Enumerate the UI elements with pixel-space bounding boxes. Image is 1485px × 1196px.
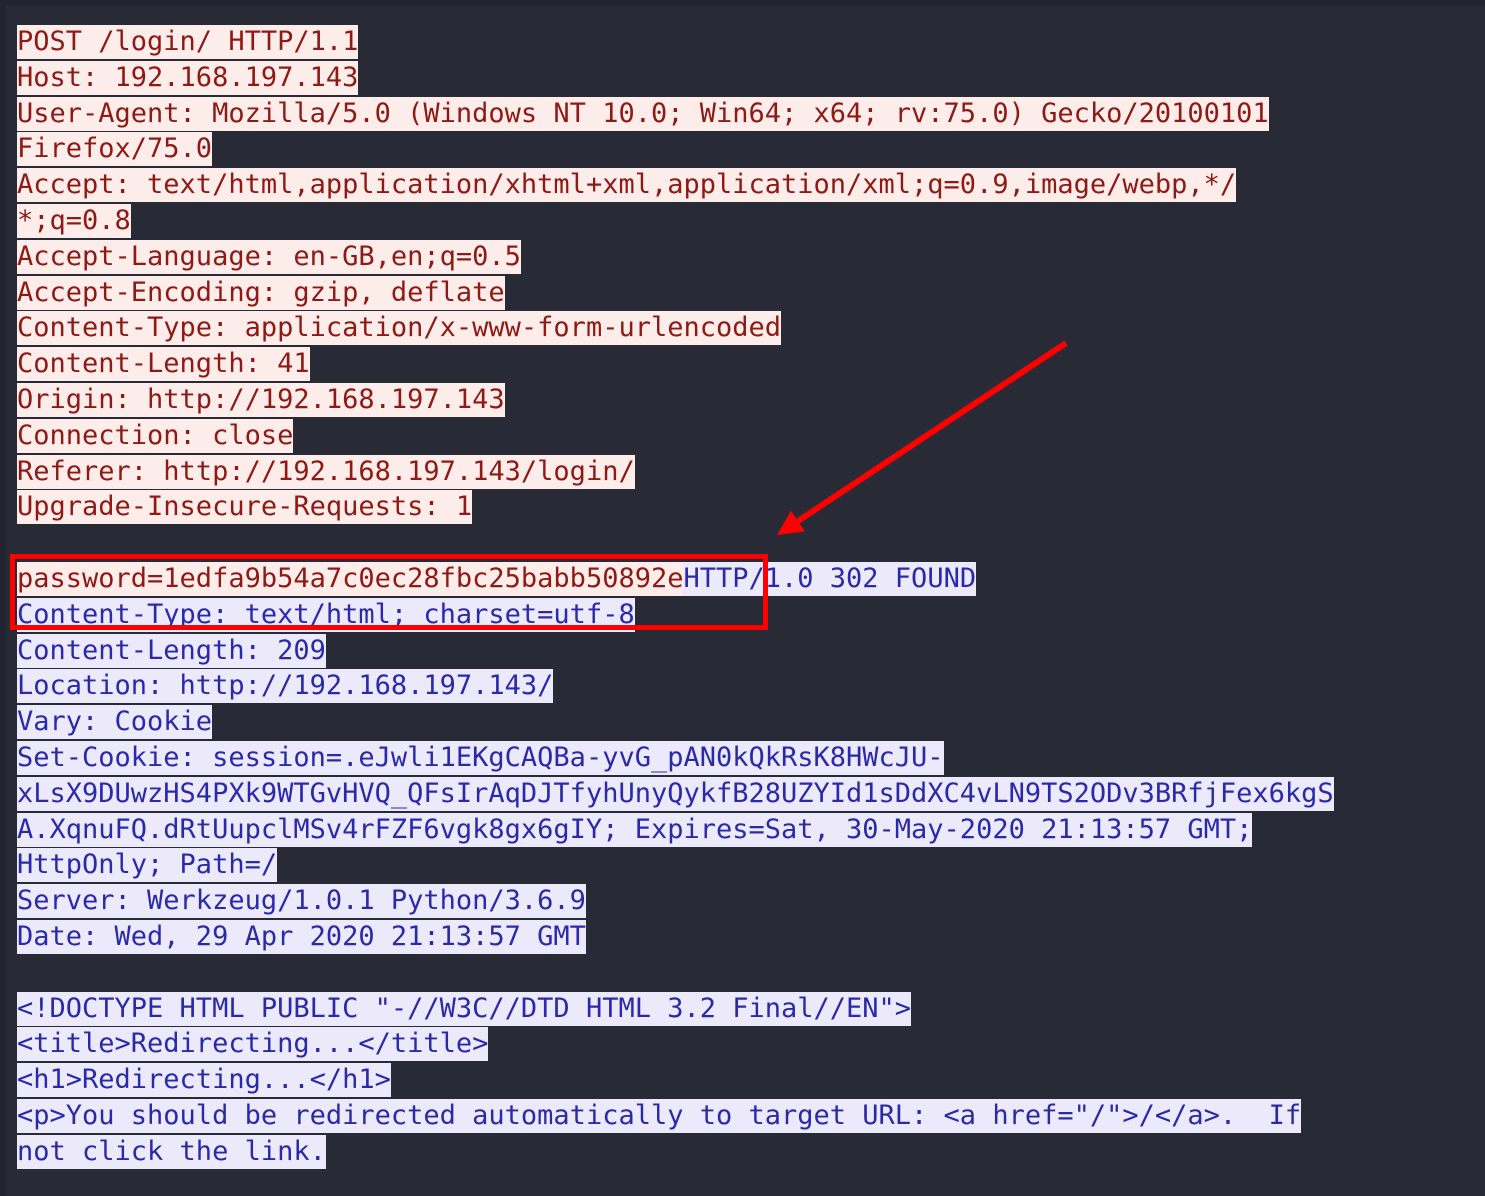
- response-body-line: not click the link.: [17, 1134, 1485, 1170]
- response-body-text: <h1>Redirecting...</h1>: [17, 1063, 391, 1098]
- request-line-text: Accept-Encoding: gzip, deflate: [17, 275, 505, 310]
- request-line: *;q=0.8: [17, 203, 1485, 239]
- request-line-text: Connection: close: [17, 418, 294, 453]
- request-line-text: Firefox/75.0: [17, 132, 213, 167]
- request-body-and-status-line: password=1edfa9b54a7c0ec28fbc25babb50892…: [17, 561, 1485, 597]
- password-parameter-text: password=1edfa9b54a7c0ec28fbc25babb50892…: [17, 561, 684, 596]
- response-header-line: Server: Werkzeug/1.0.1 Python/3.6.9: [17, 883, 1485, 919]
- response-header-text: Location: http://192.168.197.143/: [17, 669, 554, 704]
- response-body-text: <!DOCTYPE HTML PUBLIC "-//W3C//DTD HTML …: [17, 991, 912, 1026]
- response-header-text: xLsX9DUwzHS4PXk9WTGvHVQ_QFsIrAqDJTfyhUny…: [17, 776, 1334, 811]
- response-body-line: <h1>Redirecting...</h1>: [17, 1062, 1485, 1098]
- response-body-line: <title>Redirecting...</title>: [17, 1026, 1485, 1062]
- response-header-line: HttpOnly; Path=/: [17, 847, 1485, 883]
- response-header-text: Content-Length: 209: [17, 633, 326, 668]
- request-line-text: POST /login/ HTTP/1.1: [17, 25, 359, 59]
- response-header-text: Set-Cookie: session=.eJwli1EKgCAQBa-yvG_…: [17, 740, 944, 775]
- response-header-line: xLsX9DUwzHS4PXk9WTGvHVQ_QFsIrAqDJTfyhUny…: [17, 776, 1485, 812]
- response-header-text: A.XqnuFQ.dRtUupclMSv4rFZF6vgk8gx6gIY; Ex…: [17, 812, 1253, 847]
- request-line: Accept-Encoding: gzip, deflate: [17, 275, 1485, 311]
- request-line: Host: 192.168.197.143: [17, 60, 1485, 96]
- response-body-text: not click the link.: [17, 1134, 326, 1169]
- response-headers-block: Content-Type: text/html; charset=utf-8 C…: [17, 597, 1485, 955]
- request-line: Content-Length: 41: [17, 346, 1485, 382]
- request-line: Upgrade-Insecure-Requests: 1: [17, 489, 1485, 525]
- request-line: Origin: http://192.168.197.143: [17, 382, 1485, 418]
- request-line-text: Content-Length: 41: [17, 347, 310, 382]
- response-header-line: Location: http://192.168.197.143/: [17, 668, 1485, 704]
- response-header-text: HttpOnly; Path=/: [17, 848, 278, 883]
- request-line-text: User-Agent: Mozilla/5.0 (Windows NT 10.0…: [17, 96, 1269, 131]
- request-line-text: Content-Type: application/x-www-form-url…: [17, 311, 782, 346]
- request-line-text: Host: 192.168.197.143: [17, 60, 359, 95]
- response-header-text: Content-Type: text/html; charset=utf-8: [17, 597, 635, 632]
- response-status-text: HTTP/1.0 302 FOUND: [683, 561, 977, 596]
- response-header-line: Date: Wed, 29 Apr 2020 21:13:57 GMT: [17, 919, 1485, 955]
- request-line-text: Accept-Language: en-GB,en;q=0.5: [17, 239, 521, 274]
- request-line-text: *;q=0.8: [17, 203, 131, 238]
- http-traffic-pane[interactable]: POST /login/ HTTP/1.1 Host: 192.168.197.…: [6, 6, 1485, 1196]
- response-body-text: <p>You should be redirected automaticall…: [17, 1098, 1302, 1133]
- request-line-text: Origin: http://192.168.197.143: [17, 382, 505, 417]
- response-body-line: <p>You should be redirected automaticall…: [17, 1098, 1485, 1134]
- request-block: POST /login/ HTTP/1.1 Host: 192.168.197.…: [17, 24, 1485, 525]
- request-line: User-Agent: Mozilla/5.0 (Windows NT 10.0…: [17, 96, 1485, 132]
- request-line: Referer: http://192.168.197.143/login/: [17, 454, 1485, 490]
- response-body-block: <!DOCTYPE HTML PUBLIC "-//W3C//DTD HTML …: [17, 991, 1485, 1170]
- request-line-text: Referer: http://192.168.197.143/login/: [17, 454, 635, 489]
- response-header-text: Server: Werkzeug/1.0.1 Python/3.6.9: [17, 884, 586, 919]
- response-header-line: Content-Length: 209: [17, 633, 1485, 669]
- request-line: Accept: text/html,application/xhtml+xml,…: [17, 167, 1485, 203]
- response-header-line: Set-Cookie: session=.eJwli1EKgCAQBa-yvG_…: [17, 740, 1485, 776]
- response-body-line: <!DOCTYPE HTML PUBLIC "-//W3C//DTD HTML …: [17, 991, 1485, 1027]
- request-line: Firefox/75.0: [17, 131, 1485, 167]
- response-body-text: <title>Redirecting...</title>: [17, 1027, 489, 1062]
- response-header-text: Vary: Cookie: [17, 705, 213, 740]
- request-line-text: Accept: text/html,application/xhtml+xml,…: [17, 168, 1237, 203]
- response-header-line: A.XqnuFQ.dRtUupclMSv4rFZF6vgk8gx6gIY; Ex…: [17, 812, 1485, 848]
- request-line: POST /login/ HTTP/1.1: [17, 24, 1485, 60]
- request-line: Connection: close: [17, 418, 1485, 454]
- response-header-line: Vary: Cookie: [17, 704, 1485, 740]
- request-line-text: Upgrade-Insecure-Requests: 1: [17, 490, 473, 525]
- response-header-line: Content-Type: text/html; charset=utf-8: [17, 597, 1485, 633]
- response-header-text: Date: Wed, 29 Apr 2020 21:13:57 GMT: [17, 919, 586, 954]
- terminal-window: POST /login/ HTTP/1.1 Host: 192.168.197.…: [0, 0, 1485, 1196]
- request-line: Accept-Language: en-GB,en;q=0.5: [17, 239, 1485, 275]
- request-line: Content-Type: application/x-www-form-url…: [17, 310, 1485, 346]
